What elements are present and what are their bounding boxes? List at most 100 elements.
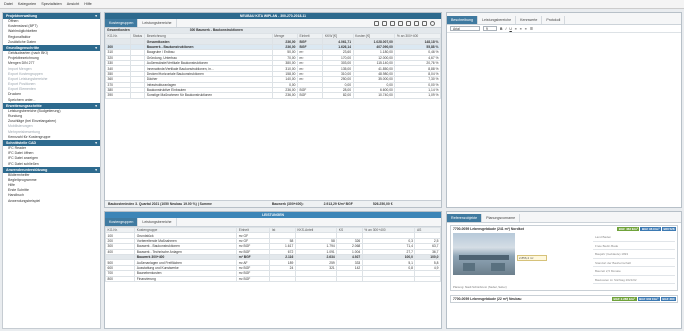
ref-field: Bauzeit 2,5 Monate [593, 267, 675, 276]
editor-toolbar: Arial 9 B I U ≡ ≡ ≡ ☰ [447, 25, 681, 33]
table-toolbar [374, 21, 435, 26]
sidebar-section-title: Schnittstelle CAD [6, 140, 37, 145]
cell-v5 [414, 275, 441, 282]
leistungen-table: KG-Nr. Kostengruppe Einheit Ist KKS-Anteil KS… [105, 226, 441, 282]
sidebar-section-title: Grundlagenschritte [6, 45, 40, 50]
footer-index: Baukostenindex 3. Quartal 2021 (1050 Neu… [108, 202, 212, 206]
cell-v3 [336, 275, 363, 282]
tree-icon[interactable] [390, 21, 395, 26]
undo-icon[interactable] [374, 21, 379, 26]
cost-footer: Baukostenindex 3. Quartal 2021 (1050 Neu… [105, 200, 441, 207]
badge2-bgf3: BGF 280 [660, 296, 676, 302]
table-row[interactable]: 390 Sonstige Maßnahmen für Baukonstruktio… [105, 92, 441, 99]
align-right-icon[interactable]: ≡ [525, 27, 527, 31]
tab-leistungsbereiche-bottom[interactable]: Leistungsbereiche [138, 218, 177, 226]
group-header-label: Gesamtkosten [107, 28, 130, 32]
cost-table: KG-Nr. Status Bezeichnung Menge Einheit KKW [… [105, 32, 441, 99]
paste-icon[interactable] [406, 21, 411, 26]
reference-card-2-title: 7700-0059 Lebensgebäude (22 m²) Neubau B… [451, 296, 677, 302]
chevron-down-icon: ▾ [95, 103, 97, 108]
ref-field: Land Baden [593, 233, 675, 242]
menu-bar: Datei Kategorien Spezialisten Ansicht Hi… [0, 0, 684, 9]
cell-kg: 800 [105, 275, 136, 282]
footer-mid: Bauwerk (300+400): [271, 202, 304, 206]
font-select[interactable]: Arial [450, 26, 480, 31]
tab-leistungsbereiche-ed[interactable]: Leistungsbereiche [478, 16, 517, 24]
ref-caption: Planung: Stadt Schönbrunn (Siebel, Seber… [453, 285, 507, 289]
cell-kkw: 82,00 [322, 92, 354, 99]
menu-kategorien[interactable]: Kategorien [18, 2, 36, 6]
leistungen-panel: LEISTUNGEN Kostengruppen Leistungsbereic… [104, 211, 442, 329]
sidebar-section-title: Anwenderunterstützung [6, 167, 48, 172]
cell-einheit: BGF [297, 92, 324, 99]
cell-name: Finanzierung [134, 275, 238, 282]
underline-icon[interactable]: U [509, 27, 511, 31]
status-cell [130, 92, 146, 99]
cell-kg: 390 [105, 92, 132, 99]
badge2-bgf2: BGF 902 €/m² [637, 296, 660, 302]
reference-card[interactable]: 7700-0059 Lebensgebäude (241 m²) Nordkot… [450, 225, 678, 291]
tab-planungsvorname[interactable]: Planungsvorname [482, 214, 521, 222]
ref-field: Baukosten im Stichtag 2021/02 [593, 276, 675, 284]
chevron-down-icon: ▾ [95, 140, 97, 145]
cell-pct: 1,09 % [394, 92, 441, 99]
tab-beschreibung[interactable]: Beschreibung [447, 16, 478, 24]
tab-leistungsbereiche[interactable]: Leistungsbereiche [138, 19, 177, 27]
menu-spezialisten[interactable]: Spezialisten [41, 2, 61, 6]
chevron-down-icon: ▾ [95, 45, 97, 50]
ref-field: Freie Bedin Bade [593, 242, 675, 250]
align-center-icon[interactable]: ≡ [520, 27, 522, 31]
ref-cost: 2.856,4 m² [517, 255, 547, 261]
chevron-down-icon: ▾ [95, 167, 97, 172]
badge2-bgf: BGF 2.286 €/m² [611, 296, 637, 302]
print-icon[interactable] [414, 21, 419, 26]
ref2-title-text: 7700-0059 Lebensgebäude (22 m²) Neubau [453, 297, 522, 301]
table-row[interactable]: 800 Finanzierung m² BGF [105, 275, 441, 282]
tab-referenzobjekte[interactable]: Referenzobjekte [447, 214, 483, 222]
menu-datei[interactable]: Datei [4, 2, 13, 6]
footer-total: 526.250,00 € [372, 202, 393, 206]
tab-protokoll[interactable]: Protokoll [542, 16, 566, 24]
italic-icon[interactable]: I [505, 27, 506, 31]
kostengruppen-panel: NEUBAU KITA WIPLAN - 300-270-2018-11 Kos… [104, 12, 442, 208]
ref-title-text: 7700-0059 Lebensgebäude (241 m²) Nordkot [453, 227, 524, 231]
group-header-mid: 300 Bauwerk - Baukonstruktionen [189, 28, 243, 32]
copy-icon[interactable] [398, 21, 403, 26]
cell-v4 [361, 275, 416, 282]
ref-info: 2.856,4 m² [517, 233, 591, 284]
editor-tabs: Beschreibung Leistungsbereiche Kennwerte… [447, 13, 681, 25]
sidebar-section-title: Projektverwaltung [6, 14, 38, 18]
redo-icon[interactable] [382, 21, 387, 26]
list-icon[interactable]: ☰ [530, 27, 533, 31]
cell-name: Sonstige Maßnahmen für Baukonstruktionen [144, 92, 273, 99]
align-left-icon[interactable]: ≡ [515, 27, 517, 31]
ref-field: Baujahr (Gebäude) 1993 [593, 250, 675, 259]
sidebar-section-title: Erweiterungsschritte [6, 103, 42, 108]
bottom-tabs: Kostengruppen Leistungsbereiche [105, 218, 441, 227]
cell-kosten: 10.740,00 [352, 92, 396, 99]
sidebar: Projektverwaltung ▾ Öffnen Kostenstand (BPT… [2, 12, 101, 329]
sidebar-item[interactable]: Anwendungsbeispiel [3, 199, 100, 204]
badge-bri: BRI 528 [661, 226, 676, 232]
help-icon[interactable] [430, 21, 435, 26]
size-select[interactable]: 9 [483, 26, 497, 31]
building-photo [453, 233, 515, 275]
export-icon[interactable] [422, 21, 427, 26]
editor-panel: Beschreibung Leistungsbereiche Kennwerte… [446, 12, 682, 208]
reference-panel: Referenzobjekte Planungsvorname 7700-005… [446, 211, 682, 329]
tab-kennwerte[interactable]: Kennwerte [516, 16, 543, 24]
cell-v2 [294, 275, 338, 282]
ref-tabs: Referenzobjekte Planungsvorname [447, 212, 681, 223]
menu-hilfe[interactable]: Hilfe [84, 2, 92, 6]
bold-icon[interactable]: B [500, 27, 502, 31]
chevron-down-icon: ▾ [95, 14, 97, 18]
tab-kostengruppen-bottom[interactable]: Kostengruppen [105, 218, 139, 226]
menu-ansicht[interactable]: Ansicht [67, 2, 79, 6]
cell-v1 [269, 275, 296, 282]
reference-card-body: 2.856,4 m² Land Baden Freie Bedin Bade Bau… [451, 232, 677, 285]
tab-kostengruppen[interactable]: Kostengruppen [105, 19, 139, 27]
reference-card-title: 7700-0059 Lebensgebäude (241 m²) Nordkot… [451, 226, 677, 232]
ref-field: Standort der Bauherrschaft [593, 259, 675, 267]
footer-kkw: 2.913,29 €/m² BGF [323, 202, 353, 206]
reference-card-2[interactable]: 7700-0059 Lebensgebäude (22 m²) Neubau B… [450, 295, 678, 303]
